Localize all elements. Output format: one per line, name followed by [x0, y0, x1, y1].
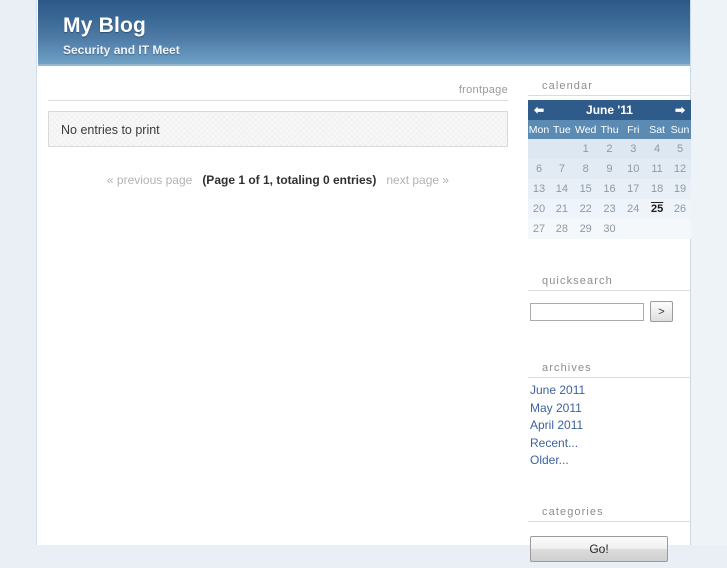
calendar-dayname: Tue	[550, 120, 574, 139]
calendar-day[interactable]: 18	[645, 179, 669, 199]
calendar-dayname: Sun	[669, 120, 691, 139]
calendar-day[interactable]: 1	[574, 139, 598, 159]
calendar-day-today[interactable]: 25	[645, 199, 669, 219]
calendar-day[interactable]: 24	[621, 199, 645, 219]
list-item: June 2011	[528, 382, 693, 400]
frontpage-label: frontpage	[458, 84, 508, 96]
frontpage-section-header: frontpage	[48, 82, 508, 101]
calendar-day[interactable]: 27	[528, 219, 550, 239]
pagination-info: (Page 1 of 1, totaling 0 entries)	[202, 173, 377, 187]
no-entries-box: No entries to print	[48, 111, 508, 147]
calendar-day[interactable]: 7	[550, 159, 574, 179]
calendar-next-month-icon[interactable]: ➡	[669, 100, 691, 120]
archive-link-recent[interactable]: Recent...	[528, 435, 693, 453]
calendar-day[interactable]: 29	[574, 219, 598, 239]
calendar-day[interactable]	[645, 219, 669, 239]
calendar-day[interactable]: 9	[598, 159, 622, 179]
calendar-dayname: Sat	[645, 120, 669, 139]
calendar-day[interactable]: 19	[669, 179, 691, 199]
sidebar: calendar ⬅ June '11 ➡ Mon Tue Wed Thu Fr…	[528, 66, 693, 568]
calendar-day[interactable]: 28	[550, 219, 574, 239]
calendar-dayname: Fri	[621, 120, 646, 139]
calendar-day[interactable]: 14	[550, 179, 574, 199]
search-input[interactable]	[530, 302, 644, 321]
calendar-dayname: Thu	[597, 120, 622, 139]
calendar-dayname: Mon	[528, 120, 550, 139]
calendar-day[interactable]: 10	[621, 159, 645, 179]
calendar-day[interactable]: 2	[598, 139, 622, 159]
calendar-day[interactable]: 30	[598, 219, 622, 239]
page-title: My Blog	[63, 14, 147, 37]
sidebar-plugin-archives: archives June 2011 May 2011 April 2011 R…	[528, 348, 693, 470]
archives-title: archives	[528, 348, 691, 378]
calendar-dayname: Wed	[573, 120, 598, 139]
calendar-day[interactable]: 4	[645, 139, 669, 159]
main-content: frontpage No entries to print « previous…	[38, 66, 518, 187]
quicksearch-form: >	[528, 291, 693, 322]
calendar-day[interactable]	[669, 219, 691, 239]
page-root: My Blog Security and IT Meet frontpage N…	[0, 0, 727, 562]
categories-title: categories	[528, 492, 691, 522]
calendar-week-row: 1 2 3 4 5	[528, 139, 691, 159]
sidebar-plugin-categories: categories Go!	[528, 492, 693, 562]
calendar-day[interactable]: 11	[645, 159, 669, 179]
calendar-day[interactable]	[621, 219, 645, 239]
calendar-day[interactable]: 5	[669, 139, 691, 159]
archive-link[interactable]: April 2011	[528, 417, 693, 435]
calendar-day[interactable]: 17	[621, 179, 645, 199]
calendar-month-label: June '11	[550, 100, 669, 120]
categories-form: Go!	[528, 522, 693, 562]
calendar-day[interactable]	[550, 139, 574, 159]
calendar-prev-month-icon[interactable]: ⬅	[528, 100, 550, 120]
list-item: May 2011	[528, 400, 693, 418]
calendar-title: calendar	[528, 66, 691, 96]
calendar-day[interactable]: 15	[574, 179, 598, 199]
archive-link[interactable]: May 2011	[528, 400, 693, 418]
calendar-week-row: 20 21 22 23 24 25 26	[528, 199, 691, 219]
calendar-day[interactable]: 8	[574, 159, 598, 179]
calendar-nav-row: ⬅ June '11 ➡	[528, 100, 691, 120]
site-header: My Blog Security and IT Meet	[38, 0, 690, 66]
categories-go-button[interactable]: Go!	[530, 535, 668, 562]
calendar-body: 1 2 3 4 5 6 7 8 9 10 11 12 13 14 15 16 1…	[528, 139, 691, 239]
list-item: Older...	[528, 452, 693, 470]
calendar-day[interactable]: 13	[528, 179, 550, 199]
calendar-day[interactable]: 3	[621, 139, 645, 159]
pagination: « previous page (Page 1 of 1, totaling 0 …	[38, 173, 518, 187]
site-subtitle: Security and IT Meet	[63, 43, 180, 57]
sidebar-plugin-quicksearch: quicksearch >	[528, 261, 693, 322]
next-page-link[interactable]: next page »	[382, 173, 453, 187]
calendar-day[interactable]: 23	[598, 199, 622, 219]
calendar-table: ⬅ June '11 ➡ Mon Tue Wed Thu Fri Sat Sun	[528, 100, 691, 239]
calendar-day[interactable]: 20	[528, 199, 550, 219]
calendar-day[interactable]: 16	[598, 179, 622, 199]
archives-list: June 2011 May 2011 April 2011 Recent... …	[528, 382, 693, 470]
sidebar-plugin-calendar: calendar ⬅ June '11 ➡ Mon Tue Wed Thu Fr…	[528, 66, 693, 239]
calendar-day[interactable]	[528, 139, 550, 159]
calendar-day[interactable]: 21	[550, 199, 574, 219]
archive-link[interactable]: June 2011	[528, 382, 693, 400]
previous-page-link[interactable]: « previous page	[103, 173, 196, 187]
calendar-day[interactable]: 26	[669, 199, 691, 219]
calendar-day[interactable]: 22	[574, 199, 598, 219]
calendar-week-row: 13 14 15 16 17 18 19	[528, 179, 691, 199]
no-entries-message: No entries to print	[61, 123, 160, 137]
calendar-day[interactable]: 12	[669, 159, 691, 179]
archive-link-older[interactable]: Older...	[528, 452, 693, 470]
calendar-week-row: 6 7 8 9 10 11 12	[528, 159, 691, 179]
calendar-day[interactable]: 6	[528, 159, 550, 179]
quicksearch-title: quicksearch	[528, 261, 691, 291]
calendar-week-row: 27 28 29 30	[528, 219, 691, 239]
list-item: April 2011	[528, 417, 693, 435]
search-submit-button[interactable]: >	[650, 301, 673, 322]
list-item: Recent...	[528, 435, 693, 453]
calendar-dayname-row: Mon Tue Wed Thu Fri Sat Sun	[528, 120, 691, 139]
